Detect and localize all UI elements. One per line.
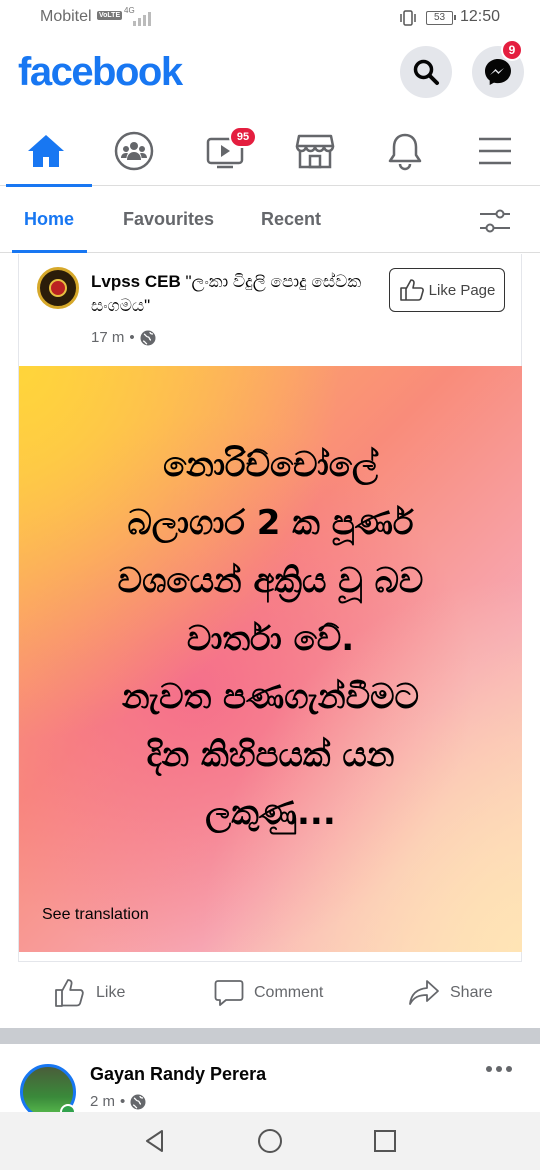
post-text-line: ලකුණු...	[205, 793, 336, 833]
app-header: facebook 9	[0, 36, 540, 116]
post-text: නොරිච්චෝලේ බලාගාර 2 ක පූර්ණ වශයෙන් අක්‍ර…	[29, 436, 512, 842]
marketplace-icon	[295, 134, 335, 169]
clock: 12:50	[460, 8, 501, 25]
like-page-label: Like Page	[428, 281, 496, 299]
back-icon[interactable]	[142, 1128, 168, 1154]
search-icon	[413, 59, 439, 85]
messenger-button[interactable]: 9	[472, 39, 524, 98]
feed-filter-tabs: Home Favourites Recent	[0, 187, 540, 253]
tab-marketplace[interactable]	[275, 116, 355, 186]
like-page-button[interactable]: Like Page	[389, 268, 505, 312]
page-avatar[interactable]	[37, 267, 79, 309]
post-text-line: නොරිච්චෝලේ	[163, 445, 378, 485]
post-text-line: දින කිහිපයක් යන	[146, 735, 395, 775]
post-text-line: බලාගාර 2 ක පූර්ණ	[127, 503, 414, 543]
filter-icon[interactable]	[478, 207, 512, 235]
post-author[interactable]: Lvpss CEB "ලංකා විදුලි පොදු සේවක සංගමය"	[91, 270, 386, 318]
subtab-favourites[interactable]: Favourites	[123, 209, 214, 230]
status-bar: Mobitel VoLTE 4G 53 12:50	[0, 0, 540, 36]
post-text-line: නැවත පණගැන්වීමට	[122, 677, 419, 717]
facebook-logo[interactable]: facebook	[18, 50, 183, 95]
globe-icon	[140, 330, 156, 345]
messenger-icon	[485, 59, 511, 85]
tab-home[interactable]	[6, 116, 92, 187]
menu-icon	[479, 137, 511, 165]
post-author[interactable]: Gayan Randy Perera	[90, 1064, 266, 1085]
post-time[interactable]: 17 m	[91, 329, 124, 346]
battery-icon: 53	[426, 11, 456, 25]
feed-divider	[0, 1028, 540, 1044]
tab-menu[interactable]	[455, 116, 535, 186]
share-button[interactable]: Share	[408, 978, 493, 1008]
volte-indicator: VoLTE	[97, 11, 123, 20]
main-nav: 95	[0, 116, 540, 187]
subtab-recent[interactable]: Recent	[261, 209, 321, 230]
carrier-name: Mobitel	[40, 8, 92, 25]
globe-icon	[130, 1094, 146, 1109]
post-time[interactable]: 2 m	[90, 1093, 115, 1110]
author-name[interactable]: Lvpss CEB	[91, 272, 181, 291]
thumbs-up-icon	[399, 279, 424, 301]
thumbs-up-icon	[55, 979, 84, 1007]
post-actions: Like Comment Share	[0, 962, 540, 1028]
tab-notifications[interactable]	[365, 116, 445, 186]
home-circle-icon[interactable]	[257, 1128, 283, 1154]
comment-button[interactable]: Comment	[214, 978, 323, 1008]
post-meta: 17 m •	[91, 329, 156, 346]
home-icon	[28, 135, 64, 167]
subtab-home[interactable]: Home	[24, 209, 74, 230]
post-card: Gayan Randy Perera 2 m •	[0, 1044, 540, 1120]
share-label: Share	[450, 984, 493, 1001]
vibrate-icon	[400, 10, 416, 26]
groups-icon	[114, 131, 154, 171]
tab-groups[interactable]	[94, 116, 174, 186]
watch-badge: 95	[229, 126, 257, 148]
share-icon	[409, 980, 439, 1005]
bell-icon	[388, 133, 422, 171]
active-tab-indicator	[12, 250, 87, 253]
messenger-badge: 9	[501, 39, 523, 61]
like-button[interactable]: Like	[54, 978, 125, 1008]
post-text-line: වාර්තා වේ.	[186, 619, 355, 659]
signal-icon	[123, 8, 153, 26]
system-nav-bar	[0, 1112, 540, 1170]
see-translation-link[interactable]: See translation	[42, 906, 149, 924]
comment-label: Comment	[254, 984, 324, 1001]
search-button[interactable]	[400, 46, 452, 98]
recents-icon[interactable]	[372, 1128, 398, 1154]
tab-watch[interactable]: 95	[185, 116, 265, 186]
post-text-line: වශයෙන් අක්‍රිය වූ බව	[117, 561, 424, 601]
comment-icon	[214, 980, 244, 1006]
post-card: Lvpss CEB "ලංකා විදුලි පොදු සේවක සංගමය" …	[18, 254, 522, 962]
like-label: Like	[96, 984, 126, 1001]
more-options-icon[interactable]	[485, 1064, 513, 1074]
post-meta: 2 m •	[90, 1093, 146, 1110]
post-background[interactable]: නොරිච්චෝලේ බලාගාර 2 ක පූර්ණ වශයෙන් අක්‍ර…	[19, 366, 522, 952]
